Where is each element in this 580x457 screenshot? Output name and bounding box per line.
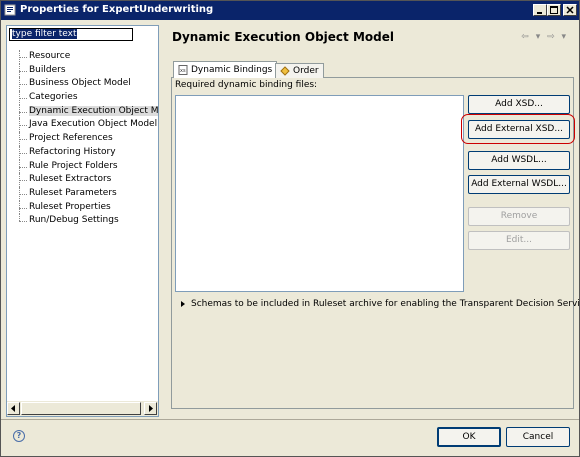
tree-item-resource[interactable]: Resource (7, 50, 158, 64)
tree-item-ruleset-extractors[interactable]: Ruleset Extractors (7, 173, 158, 187)
category-panel: type filter text Resource Builders Busin… (6, 25, 159, 417)
tab-order[interactable]: Order (275, 63, 324, 78)
arrow-left-icon (11, 405, 15, 412)
tree-item-categories[interactable]: Categories (7, 91, 158, 105)
tree-item-java-execution-object-model[interactable]: Java Execution Object Model (7, 118, 158, 132)
ok-button[interactable]: OK (437, 427, 501, 447)
navigation-arrows[interactable]: ⇦ ▾ ⇨ ▾ (521, 32, 568, 42)
tree-item-label: Run/Debug Settings (29, 215, 119, 226)
order-icon (280, 65, 290, 76)
tree-item-label: Dynamic Execution Object Model (29, 105, 158, 116)
minimize-button[interactable] (533, 4, 547, 16)
tree-item-label: Builders (29, 64, 66, 75)
bindings-label: Required dynamic binding files: (175, 80, 318, 90)
filter-input-text: type filter text (12, 29, 77, 39)
tree-item-label: Resource (29, 51, 71, 61)
schemas-section[interactable]: Schemas to be included in Ruleset archiv… (181, 299, 580, 309)
tab-dynamic-bindings[interactable]: xs Dynamic Bindings (173, 61, 278, 78)
remove-button[interactable]: Remove (468, 207, 570, 226)
scroll-thumb[interactable] (21, 402, 141, 415)
svg-text:xs: xs (180, 68, 186, 74)
close-icon (566, 6, 574, 14)
help-icon[interactable]: ? (13, 430, 25, 442)
tree-item-builders[interactable]: Builders (7, 63, 158, 78)
add-wsdl-button[interactable]: Add WSDL... (468, 151, 570, 170)
tree-item-rule-project-folders[interactable]: Rule Project Folders (7, 159, 158, 174)
close-button[interactable] (563, 4, 577, 16)
footer-separator (1, 419, 579, 420)
tab-label: Dynamic Bindings (191, 65, 273, 75)
window-title: Properties for ExpertUnderwriting (20, 4, 214, 15)
scroll-right-button[interactable] (144, 402, 157, 415)
add-external-xsd-button[interactable]: Add External XSD... (468, 120, 570, 139)
cancel-button[interactable]: Cancel (506, 427, 570, 447)
arrow-right-icon (149, 405, 153, 412)
horizontal-scrollbar[interactable] (7, 401, 158, 416)
scroll-left-button[interactable] (7, 402, 20, 415)
tree-item-label: Java Execution Object Model (29, 119, 158, 130)
tree-item-label: Ruleset Parameters (29, 187, 117, 198)
add-xsd-button[interactable]: Add XSD... (468, 95, 570, 114)
xsd-file-icon: xs (178, 64, 188, 75)
category-tree: Resource Builders Business Object Model … (7, 50, 158, 228)
tree-item-dynamic-execution-object-model[interactable]: Dynamic Execution Object Model (7, 104, 158, 119)
tree-item-label: Ruleset Extractors (29, 174, 112, 185)
tree-item-label: Project References (29, 133, 113, 144)
edit-button[interactable]: Edit... (468, 231, 570, 250)
binding-files-list[interactable] (175, 95, 464, 292)
title-bar[interactable]: Properties for ExpertUnderwriting (1, 1, 579, 20)
tree-item-label: Categories (29, 92, 78, 103)
page-header: Dynamic Execution Object Model ⇦ ▾ ⇨ ▾ (164, 25, 574, 51)
minimize-icon (537, 12, 542, 14)
maximize-button[interactable] (547, 4, 561, 16)
tab-label: Order (293, 66, 319, 76)
expand-arrow-icon[interactable] (181, 300, 185, 307)
tree-item-run-debug-settings[interactable]: Run/Debug Settings (7, 214, 158, 228)
page-title: Dynamic Execution Object Model (172, 30, 394, 44)
properties-dialog: Properties for ExpertUnderwriting type f… (0, 0, 580, 457)
tree-item-ruleset-parameters[interactable]: Ruleset Parameters (7, 186, 158, 201)
tree-item-label: Ruleset Properties (29, 201, 111, 212)
add-external-wsdl-button[interactable]: Add External WSDL... (468, 175, 570, 194)
maximize-icon (550, 6, 558, 14)
schemas-label: Schemas to be included in Ruleset archiv… (191, 299, 580, 309)
tree-item-label: Refactoring History (29, 146, 116, 157)
tree-item-ruleset-properties[interactable]: Ruleset Properties (7, 200, 158, 215)
tree-item-refactoring-history[interactable]: Refactoring History (7, 145, 158, 160)
app-icon (4, 4, 16, 16)
filter-input[interactable]: type filter text (9, 28, 133, 41)
tree-item-project-references[interactable]: Project References (7, 132, 158, 146)
tree-item-business-object-model[interactable]: Business Object Model (7, 77, 158, 91)
tree-item-label: Rule Project Folders (29, 160, 118, 171)
tree-item-label: Business Object Model (29, 78, 131, 89)
